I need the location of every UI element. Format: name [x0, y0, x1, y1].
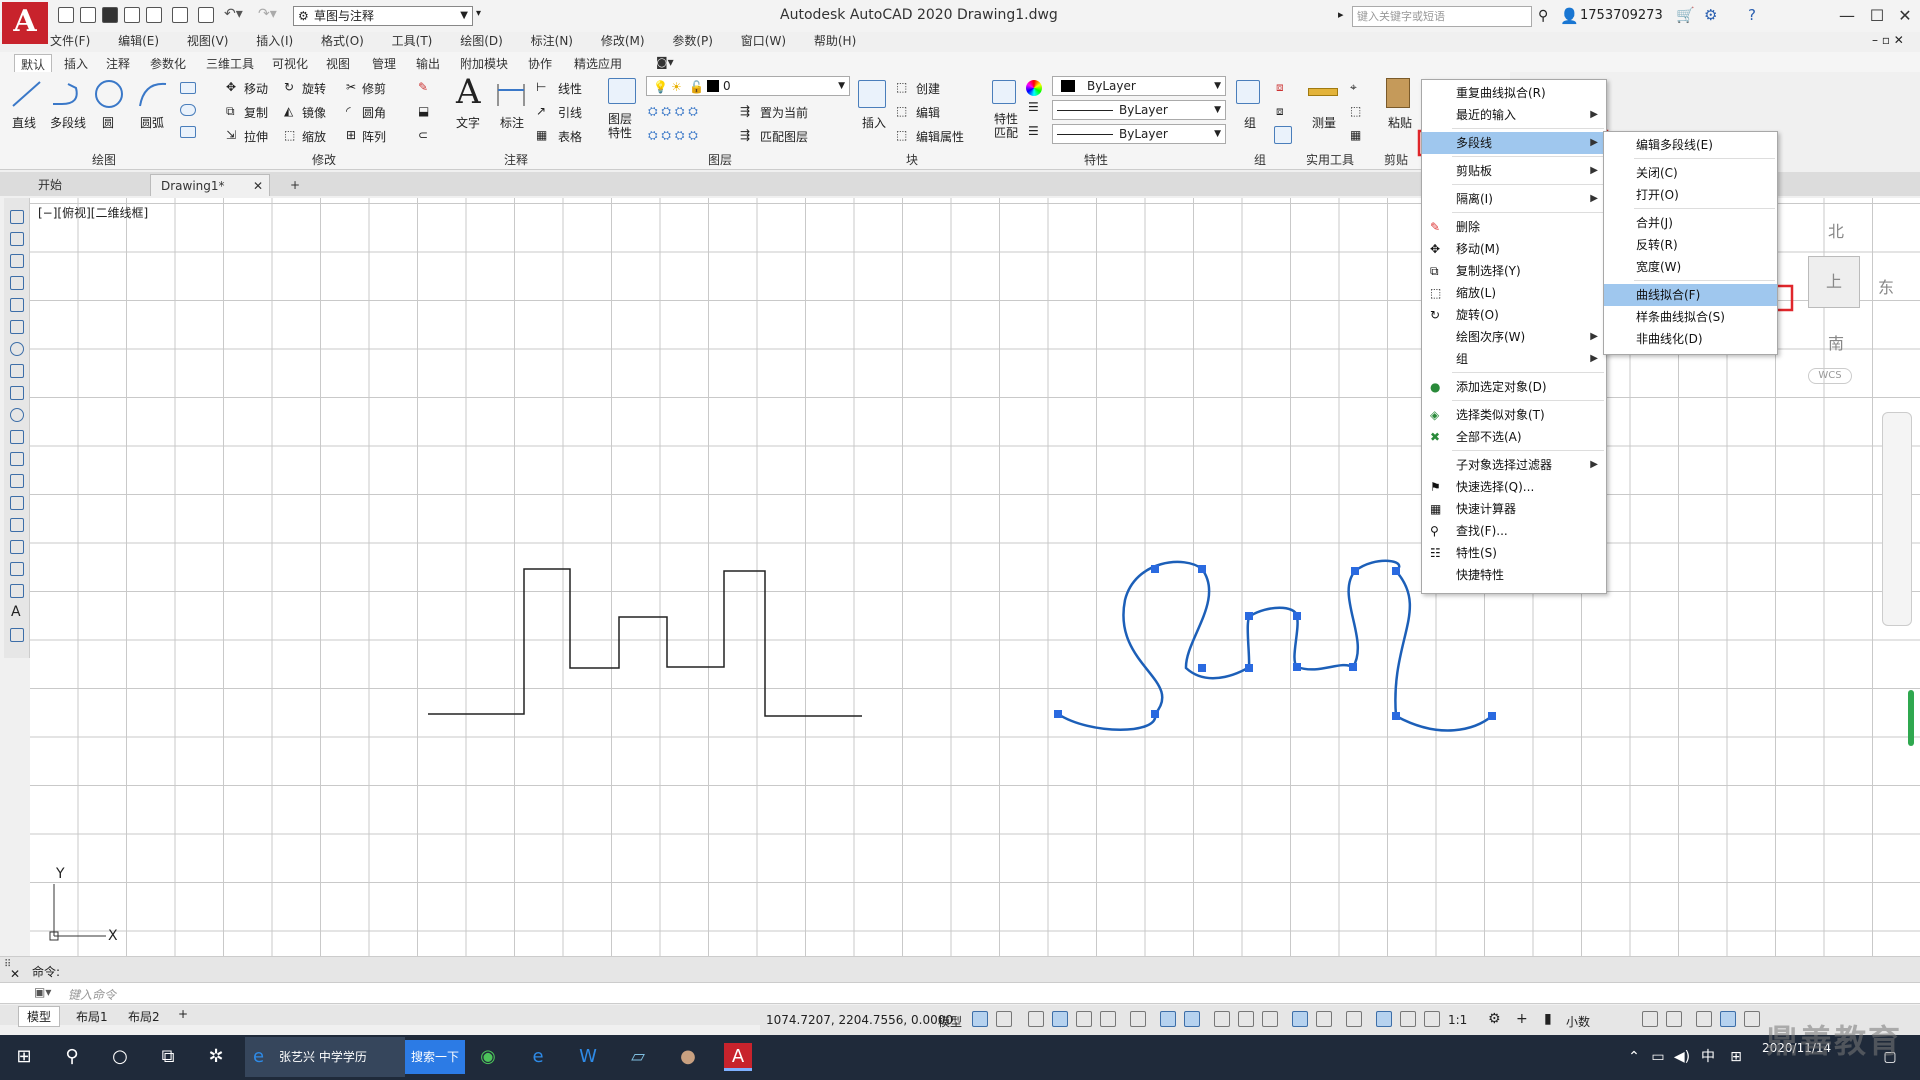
select-similar-icon: ◈ [1430, 408, 1440, 422]
grip-point [1198, 664, 1206, 672]
watermark-text: 鼎善教育 [1766, 1022, 1903, 1060]
submenu-curve-fit[interactable]: 曲线拟合(F) [1604, 284, 1777, 306]
menu-select-similar[interactable]: ◈ 选择类似对象(T) [1422, 404, 1606, 426]
menu-repeat-curve-fit[interactable]: 重复曲线拟合(R) [1422, 82, 1606, 104]
copy-icon: ⧉ [1430, 264, 1439, 278]
chevron-right-icon: ▶ [1590, 193, 1598, 204]
viewport-controls[interactable]: [−][俯视][二维线框] [38, 204, 148, 221]
menu-copy-selection[interactable]: ⧉ 复制选择(Y) [1422, 260, 1606, 282]
grip-point [1349, 663, 1357, 671]
chevron-right-icon: ▶ [1590, 165, 1598, 176]
grip-point [1293, 663, 1301, 671]
menu-move[interactable]: ✥ 移动(M) [1422, 238, 1606, 260]
viewcube-top-face[interactable]: 上 [1808, 256, 1860, 308]
deselect-icon: ✖ [1430, 430, 1441, 444]
ucs-icon [49, 884, 106, 941]
chevron-right-icon: ▶ [1590, 137, 1598, 148]
viewcube-north[interactable]: 北 [1828, 218, 1844, 242]
menu-polyline[interactable]: 多段线 ▶ [1422, 132, 1606, 154]
find-icon: ⚲ [1430, 524, 1439, 538]
grip-point [1488, 712, 1496, 720]
scale-icon: ⬚ [1430, 286, 1442, 300]
erase-icon: ✎ [1430, 220, 1441, 234]
calculator-icon: ▦ [1430, 502, 1442, 516]
menu-quick-properties[interactable]: 快捷特性 [1422, 564, 1606, 586]
chevron-right-icon: ▶ [1590, 459, 1598, 470]
menu-scale[interactable]: ⬚ 缩放(L) [1422, 282, 1606, 304]
scroll-indicator[interactable] [1908, 690, 1914, 746]
grip-point [1198, 565, 1206, 573]
grip-point [1293, 612, 1301, 620]
grip-point [1392, 712, 1400, 720]
move-icon: ✥ [1430, 242, 1441, 256]
wcs-menu[interactable]: WCS [1808, 368, 1852, 384]
context-menu: 重复曲线拟合(R) 最近的输入 ▶ 多段线 ▶ 剪贴板 ▶ 隔离(I) ▶ ✎ 删除 ✥ 移… [1421, 79, 1607, 594]
menu-subobject-filter[interactable]: 子对象选择过滤器 ▶ [1422, 454, 1606, 476]
submenu-open[interactable]: 打开(O) [1604, 184, 1777, 206]
add-selected-icon: ● [1430, 380, 1441, 394]
submenu-spline-fit[interactable]: 样条曲线拟合(S) [1604, 306, 1777, 328]
submenu-reverse[interactable]: 反转(R) [1604, 234, 1777, 256]
rotate-icon: ↻ [1430, 308, 1441, 322]
application-menu-button[interactable]: A [2, 2, 48, 44]
grip-point [1245, 664, 1253, 672]
stepped-polyline [428, 568, 862, 717]
menu-deselect-all[interactable]: ✖ 全部不选(A) [1422, 426, 1606, 448]
menu-quick-calc[interactable]: ▦ 快速计算器 [1422, 498, 1606, 520]
grip-point [1351, 567, 1359, 575]
menu-draw-order[interactable]: 绘图次序(W) ▶ [1422, 326, 1606, 348]
menu-find[interactable]: ⚲ 查找(F)... [1422, 520, 1606, 542]
menu-properties[interactable]: ☷ 特性(S) [1422, 542, 1606, 564]
navigation-bar[interactable] [1882, 412, 1912, 626]
menu-erase[interactable]: ✎ 删除 [1422, 216, 1606, 238]
quick-select-icon: ⚑ [1430, 480, 1441, 494]
grip-point [1392, 567, 1400, 575]
submenu-join[interactable]: 合并(J) [1604, 212, 1777, 234]
menu-add-selected[interactable]: ● 添加选定对象(D) [1422, 376, 1606, 398]
chevron-right-icon: ▶ [1590, 353, 1598, 364]
ucs-x-label: X [108, 928, 118, 944]
viewcube-south[interactable]: 南 [1828, 330, 1844, 354]
grip-point [1054, 710, 1062, 718]
viewcube-east[interactable]: 东 [1878, 274, 1894, 298]
submenu-close[interactable]: 关闭(C) [1604, 162, 1777, 184]
properties-icon: ☷ [1430, 546, 1441, 560]
ucs-y-label: Y [56, 866, 65, 882]
chevron-right-icon: ▶ [1590, 331, 1598, 342]
submenu-decurve[interactable]: 非曲线化(D) [1604, 328, 1777, 350]
menu-group[interactable]: 组 ▶ [1422, 348, 1606, 370]
menu-rotate[interactable]: ↻ 旋转(O) [1422, 304, 1606, 326]
submenu-edit-polyline[interactable]: 编辑多段线(E) [1604, 134, 1777, 156]
chevron-right-icon: ▶ [1590, 109, 1598, 120]
grip-point [1151, 565, 1159, 573]
menu-isolate[interactable]: 隔离(I) ▶ [1422, 188, 1606, 210]
menu-quick-select[interactable]: ⚑ 快速选择(Q)... [1422, 476, 1606, 498]
polyline-submenu: 编辑多段线(E) 关闭(C) 打开(O) 合并(J) 反转(R) 宽度(W) 曲… [1603, 131, 1778, 355]
grip-point [1151, 710, 1159, 718]
menu-clipboard[interactable]: 剪贴板 ▶ [1422, 160, 1606, 182]
grip-point [1245, 612, 1253, 620]
menu-recent-input[interactable]: 最近的输入 ▶ [1422, 104, 1606, 126]
submenu-width[interactable]: 宽度(W) [1604, 256, 1777, 278]
